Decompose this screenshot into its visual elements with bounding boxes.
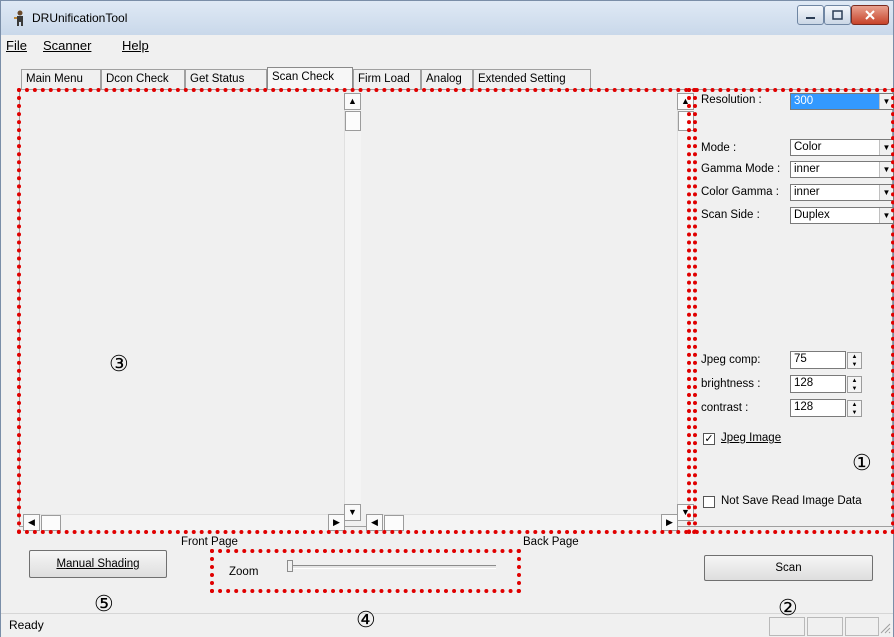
minimize-button[interactable]	[797, 5, 824, 25]
maximize-button[interactable]	[824, 5, 851, 25]
menu-file[interactable]: File	[6, 38, 27, 53]
menu-bar: File Scanner Help	[1, 35, 893, 55]
tab-get-status[interactable]: Get Status	[185, 69, 267, 89]
back-page-label: Back Page	[523, 536, 579, 548]
title-bar[interactable]: DRUnificationTool	[1, 1, 893, 35]
status-segment	[845, 617, 879, 636]
annotation-box-preview	[17, 88, 697, 534]
annotation-box-zoom	[210, 549, 521, 593]
tab-extended-setting[interactable]: Extended Setting	[473, 69, 591, 89]
window-title: DRUnificationTool	[32, 11, 128, 25]
callout-1: ①	[852, 450, 872, 475]
callout-3: ③	[109, 351, 129, 376]
close-icon	[865, 10, 875, 20]
status-segment	[807, 617, 843, 636]
minimize-icon	[806, 17, 815, 19]
tab-scan-check[interactable]: Scan Check	[267, 67, 353, 90]
scan-button[interactable]: Scan	[704, 555, 873, 581]
front-page-label: Front Page	[181, 536, 238, 548]
status-bar: Ready	[1, 613, 893, 637]
maximize-icon	[832, 10, 843, 20]
callout-5: ⑤	[94, 591, 114, 616]
status-text: Ready	[9, 618, 44, 632]
tab-main-menu[interactable]: Main Menu	[21, 69, 101, 89]
app-icon	[14, 10, 23, 26]
resize-grip-icon[interactable]	[879, 622, 891, 636]
menu-scanner[interactable]: Scanner	[43, 38, 91, 53]
tab-firm-load[interactable]: Firm Load	[353, 69, 421, 89]
manual-shading-button[interactable]: Manual Shading	[29, 550, 167, 578]
callout-2: ②	[778, 595, 798, 620]
callout-4: ④	[356, 607, 376, 632]
tab-analog[interactable]: Analog	[421, 69, 473, 89]
tab-dcon-check[interactable]: Dcon Check	[101, 69, 185, 89]
menu-help[interactable]: Help	[122, 38, 149, 53]
app-window: DRUnificationTool File Scanner Help Main…	[0, 0, 894, 637]
close-button[interactable]	[851, 5, 889, 25]
